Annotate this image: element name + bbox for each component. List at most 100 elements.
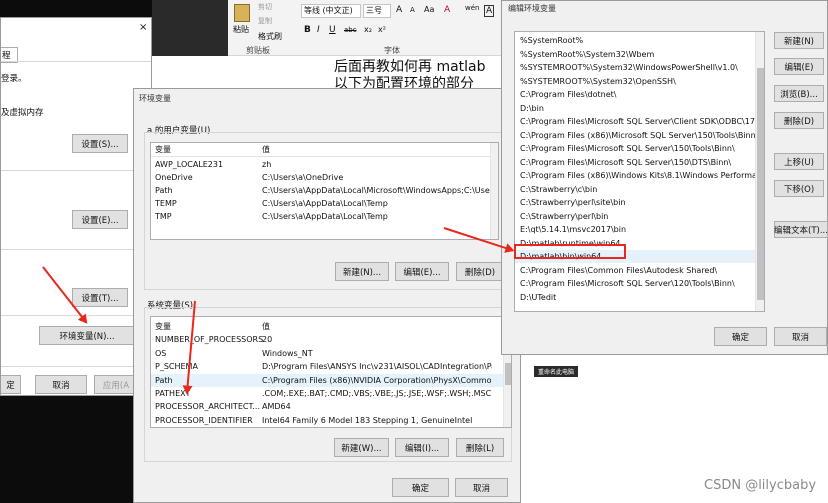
table-row[interactable]: PROCESSOR_ARCHITECT... AMD64 <box>151 400 504 413</box>
table-row[interactable]: Path C:\Users\a\AppData\Local\Microsoft\W… <box>151 184 491 197</box>
list-item[interactable]: C:\Program Files (x86)\Microsoft SQL Ser… <box>515 129 755 142</box>
header-val[interactable]: 值 <box>262 143 495 157</box>
var-value: C:\Program Files (x86)\NVIDIA Corporatio… <box>262 375 492 385</box>
table-row[interactable]: 变量 值 <box>151 320 504 333</box>
path-edit-text-button[interactable]: 编辑文本(T)... <box>774 221 828 238</box>
list-item[interactable]: C:\Program Files\Microsoft SQL Server\12… <box>515 277 755 290</box>
list-item[interactable]: C:\Program Files\Common Files\Autodesk S… <box>515 264 755 277</box>
list-item[interactable]: %SYSTEMROOT%\System32\OpenSSH\ <box>515 75 755 88</box>
user-vars-header: 变量 值 <box>151 143 498 157</box>
superscript-button[interactable]: x² <box>378 25 386 34</box>
path-edit-button[interactable]: 编辑(E) <box>774 58 824 75</box>
var-name: TEMP <box>155 199 177 208</box>
path-move-up-button[interactable]: 上移(U) <box>774 153 824 170</box>
paste-icon[interactable] <box>234 4 250 22</box>
list-item[interactable]: %SystemRoot% <box>515 34 755 47</box>
env-cancel-button[interactable]: 取消 <box>455 478 508 497</box>
font-size-value: 三号 <box>366 6 382 15</box>
path-delete-button[interactable]: 删除(D) <box>774 112 824 129</box>
table-row[interactable]: NUMBER_OF_PROCESSORS 20 <box>151 333 504 346</box>
header-var[interactable]: 变量 <box>155 143 171 157</box>
list-item[interactable]: %SYSTEMROOT%\System32\WindowsPowerShell\… <box>515 61 755 74</box>
var-value: 20 <box>262 335 273 345</box>
performance-settings-button[interactable]: 设置(S)... <box>72 134 128 153</box>
list-item[interactable]: D:\bin <box>515 102 755 115</box>
bold-button[interactable]: B <box>304 25 311 35</box>
var-value: .COM;.EXE;.BAT;.CMD;.VBS;.VBE;.JS;.JSE;.… <box>262 389 492 398</box>
table-row[interactable]: TMP C:\Users\a\AppData\Local\Temp <box>151 210 491 223</box>
table-row[interactable]: P_SCHEMA D:\Program Files\ANSYS Inc\v231\… <box>151 360 504 373</box>
list-item[interactable]: C:\Program Files\Microsoft SQL Server\15… <box>515 142 755 155</box>
rename-pc-chip[interactable]: 重命名此电脑 <box>534 366 579 377</box>
performance-desc: 及虚拟内存 <box>1 108 44 118</box>
list-item[interactable]: C:\Program Files\Microsoft SQL Server\Cl… <box>515 115 755 128</box>
user-vars-scrollbar[interactable] <box>490 143 498 239</box>
path-move-down-button[interactable]: 下移(O) <box>774 180 824 197</box>
list-item[interactable]: C:\Program Files (x86)\Windows Kits\8.1\… <box>515 169 755 182</box>
user-edit-button[interactable]: 编辑(E)... <box>395 262 449 281</box>
change-case-button[interactable]: Aa <box>424 5 434 14</box>
table-row[interactable]: PATHEXT .COM;.EXE;.BAT;.CMD;.VBS;.VBE;.JS… <box>151 387 504 400</box>
environment-variables-button[interactable]: 环境变量(N)... <box>39 326 135 345</box>
edit-cancel-button[interactable]: 取消 <box>774 327 827 346</box>
font-name-select[interactable]: 等线 (中文正) <box>301 4 361 18</box>
strikethrough-button[interactable]: abc <box>344 26 357 34</box>
format-painter-button[interactable]: 格式刷 <box>258 31 282 42</box>
phonetic-guide-button[interactable]: wén <box>465 4 479 12</box>
var-name: OS <box>155 348 167 358</box>
rename-pc-label: 重命名此电脑 <box>538 369 575 376</box>
list-item[interactable]: C:\Strawberry\perl\site\bin <box>515 196 755 209</box>
list-item[interactable]: D:\UTedit <box>515 291 755 304</box>
user-vars-table[interactable]: 变量 值 AWP_LOCALE231 zh OneDrive C:\Users\a\O… <box>150 142 499 240</box>
list-item[interactable]: %SystemRoot%\System32\Wbem <box>515 48 755 61</box>
startup-settings-button[interactable]: 设置(T)... <box>72 288 128 307</box>
env-ok-button[interactable]: 确定 <box>392 478 449 497</box>
underline-button[interactable]: U <box>329 25 336 35</box>
font-size-select[interactable]: 三号 <box>363 4 391 18</box>
table-row[interactable]: OneDrive C:\Users\a\OneDrive <box>151 171 491 184</box>
footer-divider <box>1 366 151 367</box>
profile-settings-button[interactable]: 设置(E)... <box>72 210 128 229</box>
apply-button[interactable]: 应用(A <box>94 375 138 394</box>
list-item[interactable]: C:\Program Files\dotnet\ <box>515 88 755 101</box>
var-name: PROCESSOR_IDENTIFIER <box>155 415 253 425</box>
path-browse-button[interactable]: 浏览(B)... <box>774 85 824 102</box>
system-edit-button[interactable]: 编辑(I)... <box>395 438 449 457</box>
table-row[interactable]: Path C:\Program Files (x86)\NVIDIA Corpor… <box>151 373 504 387</box>
edit-ok-button[interactable]: 确定 <box>714 327 767 346</box>
table-row[interactable]: PROCESSOR_IDENTIFIER Intel64 Family 6 Mod… <box>151 414 504 427</box>
subscript-button[interactable]: x₂ <box>364 25 372 34</box>
var-value: C:\Users\a\OneDrive <box>262 173 344 182</box>
list-item[interactable]: E:\qt\5.14.1\msvc2017\bin <box>515 223 755 236</box>
font-name-value: 等线 (中文正) <box>304 6 353 15</box>
table-row[interactable]: OS Windows_NT <box>151 347 504 360</box>
path-list-scroll-thumb[interactable] <box>757 68 764 300</box>
clear-format-button[interactable]: A <box>444 5 450 15</box>
system-vars-table[interactable]: 变量 值 NUMBER_OF_PROCESSORS 20 OS Windows_NT P_S… <box>150 316 512 428</box>
path-list-scrollbar[interactable] <box>755 32 764 311</box>
paste-label[interactable]: 粘贴 <box>233 24 249 35</box>
grow-font-button[interactable]: A <box>396 5 402 15</box>
toolbar-strip-left <box>152 0 228 56</box>
list-item[interactable]: C:\Strawberry\perl\bin <box>515 210 755 223</box>
user-delete-button[interactable]: 删除(D) <box>456 262 504 281</box>
table-row[interactable]: TEMP C:\Users\a\AppData\Local\Temp <box>151 197 491 210</box>
system-delete-button[interactable]: 删除(L) <box>456 438 504 457</box>
var-name: Path <box>155 186 173 195</box>
cut-button[interactable]: 剪切 <box>258 2 272 12</box>
system-vars-scroll-thumb[interactable] <box>505 363 511 385</box>
copy-button[interactable]: 复制 <box>258 16 272 26</box>
user-new-button[interactable]: 新建(N)... <box>335 262 389 281</box>
list-item[interactable]: C:\Strawberry\c\bin <box>515 183 755 196</box>
char-border-button[interactable]: A <box>484 5 495 17</box>
list-item[interactable]: C:\Program Files\Microsoft SQL Server\15… <box>515 156 755 169</box>
italic-button[interactable]: I <box>317 25 320 35</box>
system-new-button[interactable]: 新建(W)... <box>334 438 389 457</box>
close-icon[interactable]: × <box>139 22 147 33</box>
ok-button[interactable]: 定 <box>1 375 21 394</box>
path-new-button[interactable]: 新建(N) <box>774 32 824 49</box>
cancel-button[interactable]: 取消 <box>35 375 87 394</box>
path-entries-list[interactable]: %SystemRoot% %SystemRoot%\System32\Wbem %S… <box>514 31 765 312</box>
table-row[interactable]: AWP_LOCALE231 zh <box>151 158 491 171</box>
shrink-font-button[interactable]: A <box>410 6 415 14</box>
